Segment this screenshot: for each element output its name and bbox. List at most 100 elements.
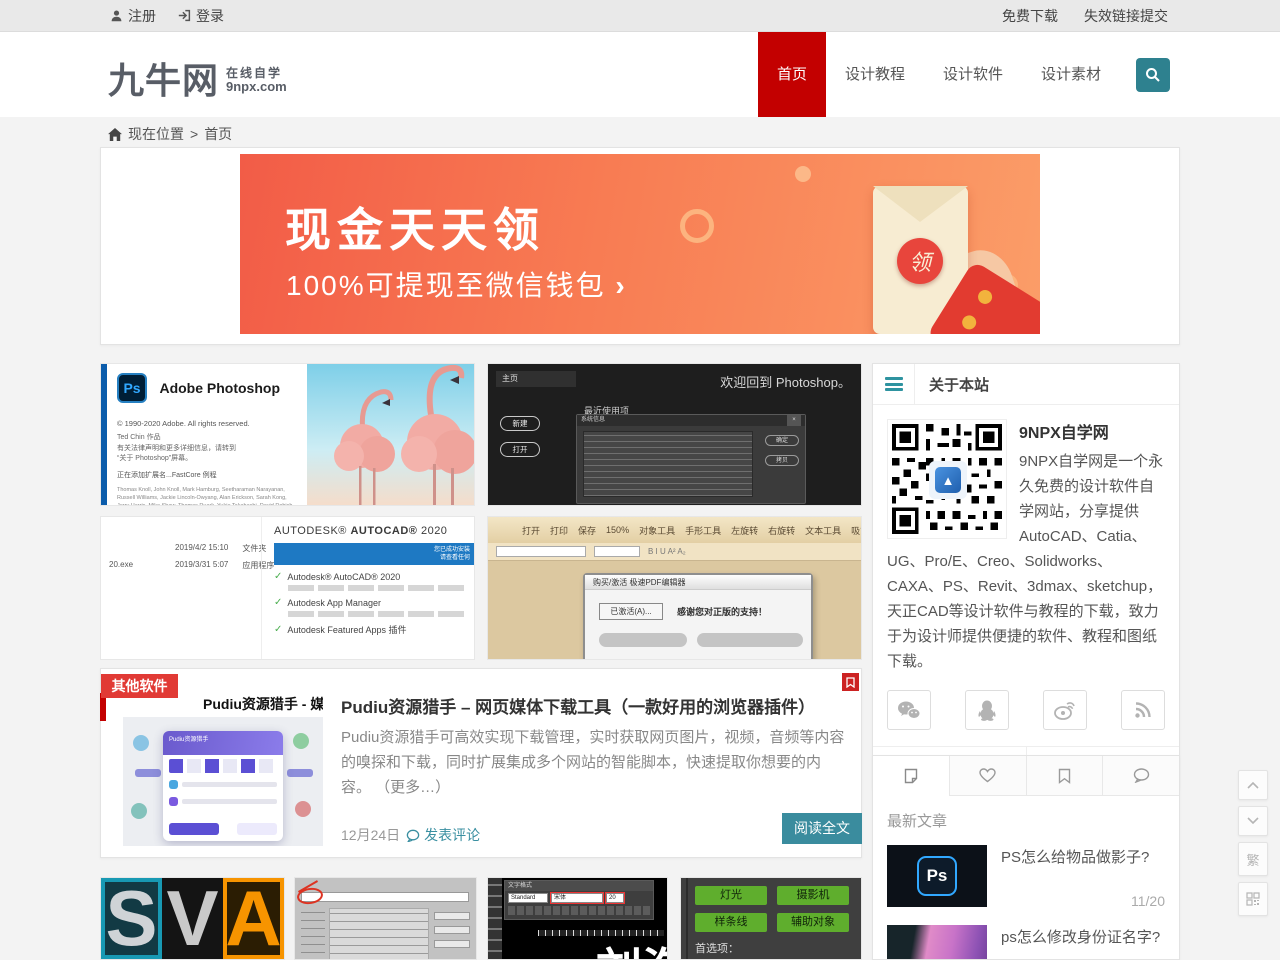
register-link[interactable]: 注册 [110,6,156,26]
promo-banner[interactable]: 现金天天领 100%可提现至微信钱包 › 领 [240,154,1040,334]
logo-subtext: 在线自学 9npx.com [226,61,287,94]
category-badge[interactable]: 其他软件 [101,674,178,698]
dialog-options-panel [329,908,429,960]
main-nav: 首页 设计教程 设计软件 设计素材 [758,32,1170,117]
tab-popular[interactable] [949,756,1026,795]
brand-year: 2020 [421,525,447,537]
hamburger-icon[interactable] [873,364,915,404]
success-line: 您已成功安装 [280,546,470,554]
article-thumb-photoshop-splash[interactable]: Ps Adobe Photoshop © 1990-2020 Adobe. Al… [100,363,475,506]
flamingo-artwork [307,364,475,505]
splash-app-name: Adobe Photoshop [159,380,280,396]
splash-line: Ted Chin 作品 [117,433,297,444]
tool-label: 文本工具 [805,524,841,537]
nav-item-tutorials[interactable]: 设计教程 [826,32,924,117]
file-list: 2019/4/2 15:10文件夹 20.exe2019/3/31 5:07应用… [109,543,274,577]
max-button: 摄影机 [777,886,849,905]
tool-label: 右旋转 [768,524,795,537]
wechat-link[interactable] [887,690,931,730]
ps-mini-logo: Ps [917,856,957,896]
rss-link[interactable] [1121,690,1165,730]
weibo-link[interactable] [1043,690,1087,730]
copy-button: 拷贝 [765,455,799,466]
widget-header: 关于本站 [873,364,1179,405]
read-more-button[interactable]: 阅读全文 [782,813,862,844]
splash-info-panel: Ps Adobe Photoshop © 1990-2020 Adobe. Al… [107,364,307,505]
letter-tile: V [166,878,218,959]
site-logo[interactable]: 九牛网 在线自学 9npx.com [108,52,287,104]
traditional-chinese-toggle[interactable]: 繁 [1238,842,1268,876]
banner-arrow: › [615,270,626,301]
popup-title: Pudiu资源猎手 [163,731,283,755]
preferences-label: 首选项： [695,940,861,956]
panel-title: 文字格式 [505,881,653,891]
wechat-icon [897,700,921,720]
latest-list: 最新文章 Ps PS怎么给物品做影子? 11/20 ps怎么修改身份证名字? [873,796,1179,960]
free-download-link[interactable]: 免费下载 [1002,6,1058,26]
coin-decoration [795,166,811,182]
style-dropdown: Standard [508,893,548,903]
comment-link[interactable]: 发表评论 [406,825,480,845]
qr-code-button[interactable] [1238,882,1268,916]
qr-code: ▲ [887,419,1007,539]
register-label: 注册 [128,6,156,26]
breadcrumb-current[interactable]: 首页 [204,124,232,144]
splash-loading-line: 正在添加扩展名...FastCore 例程 [117,470,297,480]
nav-item-software[interactable]: 设计软件 [924,32,1022,117]
installed-item: Autodesk Featured Apps 插件 [287,623,406,636]
nav-item-materials[interactable]: 设计素材 [1022,32,1120,117]
ok-button: 确定 [765,435,799,446]
splash-line: “关于 Photoshop”屏幕。 [117,454,297,465]
brand-autocad: AUTOCAD® [350,525,417,537]
install-success-bar: 您已成功安装 请查看任何 [274,543,475,565]
scroll-bottom-button[interactable] [1238,806,1268,836]
nav-item-home[interactable]: 首页 [758,32,826,117]
article-thumb-adobe-letters[interactable]: S V A [100,877,285,960]
latest-item-thumb [887,925,987,960]
check-icon: ✓ [274,624,282,635]
latest-item[interactable]: Ps PS怎么给物品做影子? 11/20 [887,845,1165,909]
dead-link-submit-link[interactable]: 失效链接提交 [1084,6,1168,26]
envelope-flap [873,186,968,222]
article-thumb-pdf-editor[interactable]: 打开 打印 保存 150% 对象工具 手形工具 左旋转 右旋转 文本工具 吸管工… [487,516,862,660]
letter-tile: A [225,878,281,959]
tool-label: 对象工具 [639,524,675,537]
qr-code-icon [1246,892,1260,906]
page-content: 现金天天领 100%可提现至微信钱包 › 领 Ps Adobe Photosho… [100,147,1180,960]
format-icons-row [508,906,650,915]
article-title[interactable]: Pudiu资源猎手 – 网页媒体下载工具（一款好用的浏览器插件） [341,693,841,718]
article-thumb-cad-text[interactable]: 文字格式 Standard 宋体 20 刘海 [487,877,668,960]
bookmark-icon[interactable] [842,673,859,691]
article-thumb-photoshop-home[interactable]: 主页 欢迎回到 Photoshop。 最近使用项 新建 打开 系统信息 × 确定… [487,363,862,506]
article-thumb-3dsmax-ui[interactable]: 灯光 摄影机 样条线 辅助对象 首选项： 塌陷堆栈 动画 [680,877,862,960]
tab-comments[interactable] [1102,756,1179,795]
splash-notice: Ted Chin 作品 有关法律声明和更多详细信息，请转到 “关于 Photos… [117,433,297,465]
article-date: 12月24日 [341,825,400,845]
tab-bookmarks[interactable] [1026,756,1103,795]
cad-tool-palette [488,878,502,959]
envelope-seal: 领 [897,238,943,284]
tool-label: 打印 [550,524,568,537]
letter-tile: S [105,878,157,959]
font-dropdown: 宋体 [551,893,603,903]
installed-item: Autodesk® AutoCAD® 2020 [287,572,400,582]
article-thumb-autocad[interactable]: 2019/4/2 15:10文件夹 20.exe2019/3/31 5:07应用… [100,516,475,660]
photoshop-home-mock: 主页 欢迎回到 Photoshop。 最近使用项 新建 打开 系统信息 × 确定… [488,364,861,505]
banner-card: 现金天天领 100%可提现至微信钱包 › 领 [100,147,1180,345]
file-date: 2019/4/2 15:10 [175,543,228,554]
login-link[interactable]: 登录 [178,6,224,26]
tab-latest[interactable] [873,756,949,795]
featured-thumbnail[interactable]: Pudiu资源猎手 - 媒体下载工具 Pudiu资源猎手 [123,691,323,846]
scroll-top-button[interactable] [1238,770,1268,800]
check-icon: ✓ [274,571,282,582]
search-button[interactable] [1136,58,1170,92]
latest-item-thumb: Ps [887,845,987,907]
breadcrumb-prefix: 现在位置 [128,124,184,144]
qq-link[interactable] [965,690,1009,730]
latest-item[interactable]: ps怎么修改身份证名字? [887,925,1165,960]
size-dropdown [594,546,640,557]
popup-primary-button [169,823,219,835]
pdf-editor-mock: 打开 打印 保存 150% 对象工具 手形工具 左旋转 右旋转 文本工具 吸管工… [488,517,861,659]
article-thumb-preferences-dialog[interactable] [294,877,477,960]
check-icon: ✓ [274,597,282,608]
